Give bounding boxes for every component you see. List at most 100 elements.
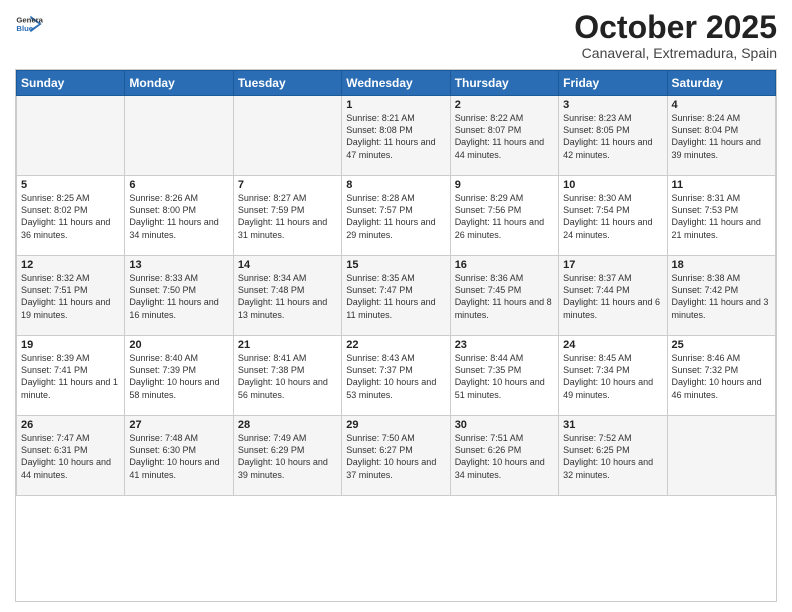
calendar-cell: 1Sunrise: 8:21 AMSunset: 8:08 PMDaylight… [342,96,450,176]
day-number: 22 [346,339,445,351]
day-number: 14 [238,259,337,271]
calendar-cell: 17Sunrise: 8:37 AMSunset: 7:44 PMDayligh… [559,256,667,336]
day-number: 3 [563,99,662,111]
logo: General Blue [15,10,45,38]
calendar-cell: 11Sunrise: 8:31 AMSunset: 7:53 PMDayligh… [667,176,775,256]
calendar-cell [233,96,341,176]
calendar-week-row: 19Sunrise: 8:39 AMSunset: 7:41 PMDayligh… [17,336,776,416]
day-number: 1 [346,99,445,111]
day-number: 16 [455,259,554,271]
page: General Blue October 2025 Canaveral, Ext… [0,0,792,612]
logo-icon: General Blue [15,10,43,38]
day-number: 10 [563,179,662,191]
day-number: 26 [21,419,120,431]
header-thursday: Thursday [450,71,558,96]
header-saturday: Saturday [667,71,775,96]
calendar-cell: 2Sunrise: 8:22 AMSunset: 8:07 PMDaylight… [450,96,558,176]
calendar-week-row: 26Sunrise: 7:47 AMSunset: 6:31 PMDayligh… [17,416,776,496]
day-info: Sunrise: 8:31 AMSunset: 7:53 PMDaylight:… [672,192,771,241]
day-info: Sunrise: 8:46 AMSunset: 7:32 PMDaylight:… [672,352,771,401]
calendar-week-row: 12Sunrise: 8:32 AMSunset: 7:51 PMDayligh… [17,256,776,336]
day-number: 5 [21,179,120,191]
calendar-subtitle: Canaveral, Extremadura, Spain [574,45,777,61]
day-info: Sunrise: 8:41 AMSunset: 7:38 PMDaylight:… [238,352,337,401]
svg-text:General: General [16,16,43,25]
day-number: 6 [129,179,228,191]
day-info: Sunrise: 7:50 AMSunset: 6:27 PMDaylight:… [346,432,445,481]
day-number: 18 [672,259,771,271]
calendar-cell [667,416,775,496]
day-info: Sunrise: 8:34 AMSunset: 7:48 PMDaylight:… [238,272,337,321]
calendar-cell: 24Sunrise: 8:45 AMSunset: 7:34 PMDayligh… [559,336,667,416]
calendar-cell: 9Sunrise: 8:29 AMSunset: 7:56 PMDaylight… [450,176,558,256]
calendar-cell: 5Sunrise: 8:25 AMSunset: 8:02 PMDaylight… [17,176,125,256]
day-number: 13 [129,259,228,271]
calendar-cell: 16Sunrise: 8:36 AMSunset: 7:45 PMDayligh… [450,256,558,336]
day-number: 30 [455,419,554,431]
header-monday: Monday [125,71,233,96]
calendar: Sunday Monday Tuesday Wednesday Thursday… [15,69,777,602]
weekday-header-row: Sunday Monday Tuesday Wednesday Thursday… [17,71,776,96]
day-info: Sunrise: 7:48 AMSunset: 6:30 PMDaylight:… [129,432,228,481]
day-number: 28 [238,419,337,431]
calendar-cell: 10Sunrise: 8:30 AMSunset: 7:54 PMDayligh… [559,176,667,256]
calendar-cell: 21Sunrise: 8:41 AMSunset: 7:38 PMDayligh… [233,336,341,416]
calendar-cell: 28Sunrise: 7:49 AMSunset: 6:29 PMDayligh… [233,416,341,496]
day-number: 31 [563,419,662,431]
calendar-cell: 18Sunrise: 8:38 AMSunset: 7:42 PMDayligh… [667,256,775,336]
calendar-cell [17,96,125,176]
day-info: Sunrise: 8:29 AMSunset: 7:56 PMDaylight:… [455,192,554,241]
day-number: 15 [346,259,445,271]
calendar-cell: 31Sunrise: 7:52 AMSunset: 6:25 PMDayligh… [559,416,667,496]
day-number: 12 [21,259,120,271]
day-number: 24 [563,339,662,351]
day-info: Sunrise: 8:40 AMSunset: 7:39 PMDaylight:… [129,352,228,401]
day-info: Sunrise: 8:25 AMSunset: 8:02 PMDaylight:… [21,192,120,241]
day-info: Sunrise: 8:28 AMSunset: 7:57 PMDaylight:… [346,192,445,241]
day-info: Sunrise: 8:23 AMSunset: 8:05 PMDaylight:… [563,112,662,161]
day-number: 9 [455,179,554,191]
day-info: Sunrise: 8:30 AMSunset: 7:54 PMDaylight:… [563,192,662,241]
day-info: Sunrise: 8:45 AMSunset: 7:34 PMDaylight:… [563,352,662,401]
day-info: Sunrise: 8:24 AMSunset: 8:04 PMDaylight:… [672,112,771,161]
calendar-cell: 13Sunrise: 8:33 AMSunset: 7:50 PMDayligh… [125,256,233,336]
day-number: 29 [346,419,445,431]
day-info: Sunrise: 8:43 AMSunset: 7:37 PMDaylight:… [346,352,445,401]
day-number: 4 [672,99,771,111]
calendar-title: October 2025 [574,10,777,45]
day-info: Sunrise: 8:44 AMSunset: 7:35 PMDaylight:… [455,352,554,401]
calendar-cell: 27Sunrise: 7:48 AMSunset: 6:30 PMDayligh… [125,416,233,496]
day-info: Sunrise: 8:36 AMSunset: 7:45 PMDaylight:… [455,272,554,321]
calendar-cell: 3Sunrise: 8:23 AMSunset: 8:05 PMDaylight… [559,96,667,176]
calendar-cell: 26Sunrise: 7:47 AMSunset: 6:31 PMDayligh… [17,416,125,496]
calendar-cell: 8Sunrise: 8:28 AMSunset: 7:57 PMDaylight… [342,176,450,256]
calendar-cell: 23Sunrise: 8:44 AMSunset: 7:35 PMDayligh… [450,336,558,416]
header-sunday: Sunday [17,71,125,96]
day-number: 2 [455,99,554,111]
calendar-cell: 22Sunrise: 8:43 AMSunset: 7:37 PMDayligh… [342,336,450,416]
calendar-cell [125,96,233,176]
day-info: Sunrise: 8:26 AMSunset: 8:00 PMDaylight:… [129,192,228,241]
calendar-cell: 6Sunrise: 8:26 AMSunset: 8:00 PMDaylight… [125,176,233,256]
day-number: 7 [238,179,337,191]
day-number: 27 [129,419,228,431]
day-info: Sunrise: 8:38 AMSunset: 7:42 PMDaylight:… [672,272,771,321]
header-tuesday: Tuesday [233,71,341,96]
calendar-cell: 20Sunrise: 8:40 AMSunset: 7:39 PMDayligh… [125,336,233,416]
day-info: Sunrise: 8:33 AMSunset: 7:50 PMDaylight:… [129,272,228,321]
header-wednesday: Wednesday [342,71,450,96]
day-info: Sunrise: 8:32 AMSunset: 7:51 PMDaylight:… [21,272,120,321]
title-block: October 2025 Canaveral, Extremadura, Spa… [574,10,777,61]
calendar-cell: 15Sunrise: 8:35 AMSunset: 7:47 PMDayligh… [342,256,450,336]
day-info: Sunrise: 7:52 AMSunset: 6:25 PMDaylight:… [563,432,662,481]
day-number: 8 [346,179,445,191]
day-number: 17 [563,259,662,271]
day-info: Sunrise: 7:51 AMSunset: 6:26 PMDaylight:… [455,432,554,481]
day-info: Sunrise: 7:49 AMSunset: 6:29 PMDaylight:… [238,432,337,481]
calendar-cell: 29Sunrise: 7:50 AMSunset: 6:27 PMDayligh… [342,416,450,496]
day-info: Sunrise: 8:35 AMSunset: 7:47 PMDaylight:… [346,272,445,321]
calendar-cell: 14Sunrise: 8:34 AMSunset: 7:48 PMDayligh… [233,256,341,336]
calendar-cell: 4Sunrise: 8:24 AMSunset: 8:04 PMDaylight… [667,96,775,176]
day-number: 23 [455,339,554,351]
day-info: Sunrise: 8:39 AMSunset: 7:41 PMDaylight:… [21,352,120,401]
